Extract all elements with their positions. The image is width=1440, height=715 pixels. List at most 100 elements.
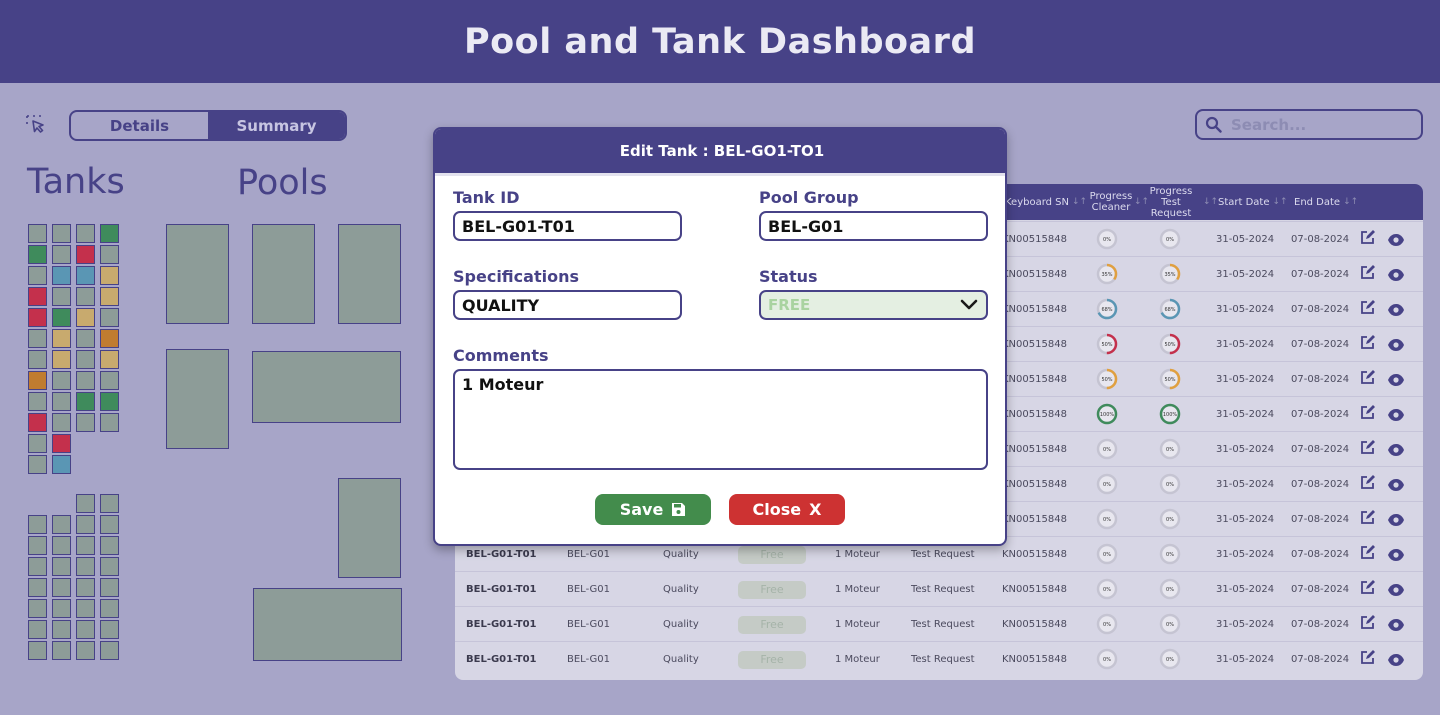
edit-icon[interactable] (1360, 580, 1375, 599)
edit-icon[interactable] (1360, 335, 1375, 354)
tank-cell[interactable] (52, 536, 71, 555)
tank-cell[interactable] (52, 413, 71, 432)
tank-cell[interactable] (52, 308, 71, 327)
tank-cell[interactable] (100, 287, 119, 306)
tank-cell[interactable] (28, 455, 47, 474)
tank-cell[interactable] (76, 620, 95, 639)
column-end-date[interactable]: End Date ↓↑ (1294, 184, 1358, 220)
tank-cell[interactable] (28, 308, 47, 327)
pool[interactable] (166, 224, 229, 324)
tank-id-field[interactable]: BEL-G01-T01 (453, 211, 682, 241)
view-eye-icon[interactable] (1387, 442, 1405, 461)
pool[interactable] (338, 224, 401, 324)
tank-cell[interactable] (100, 266, 119, 285)
tank-cell[interactable] (52, 350, 71, 369)
tank-cell[interactable] (28, 557, 47, 576)
tank-cell[interactable] (52, 641, 71, 660)
tank-cell[interactable] (52, 557, 71, 576)
tank-cell[interactable] (76, 413, 95, 432)
tank-cell[interactable] (52, 329, 71, 348)
tank-cell[interactable] (52, 620, 71, 639)
table-row[interactable]: BEL-G01-T01 BEL-G01 Quality Free 1 Moteur Tes… (455, 606, 1423, 641)
tank-cell[interactable] (52, 266, 71, 285)
tank-cell[interactable] (76, 329, 95, 348)
tank-cell[interactable] (28, 434, 47, 453)
tank-cell[interactable] (100, 245, 119, 264)
view-eye-icon[interactable] (1387, 652, 1405, 671)
view-eye-icon[interactable] (1387, 547, 1405, 566)
tank-cell[interactable] (52, 599, 71, 618)
tank-cell[interactable] (100, 392, 119, 411)
edit-icon[interactable] (1360, 545, 1375, 564)
tank-cell[interactable] (76, 536, 95, 555)
tank-cell[interactable] (28, 371, 47, 390)
tank-cell[interactable] (76, 578, 95, 597)
tank-cell[interactable] (100, 350, 119, 369)
tank-cell[interactable] (52, 224, 71, 243)
tank-cell[interactable] (28, 599, 47, 618)
tank-cell[interactable] (28, 287, 47, 306)
tank-cell[interactable] (100, 224, 119, 243)
tank-cell[interactable] (28, 224, 47, 243)
tank-cell[interactable] (76, 287, 95, 306)
view-eye-icon[interactable] (1387, 407, 1405, 426)
tank-cell[interactable] (100, 329, 119, 348)
tank-cell[interactable] (28, 620, 47, 639)
edit-icon[interactable] (1360, 370, 1375, 389)
tank-cell[interactable] (76, 371, 95, 390)
status-select[interactable]: FREE (759, 290, 988, 320)
tank-cell[interactable] (52, 434, 71, 453)
view-eye-icon[interactable] (1387, 302, 1405, 321)
tank-cell[interactable] (52, 515, 71, 534)
tank-cell[interactable] (76, 350, 95, 369)
view-eye-icon[interactable] (1387, 337, 1405, 356)
table-row[interactable]: BEL-G01-T01 BEL-G01 Quality Free 1 Moteur Tes… (455, 571, 1423, 606)
column-sort-test[interactable]: ↓↑ (1200, 184, 1218, 220)
tank-cell[interactable] (100, 578, 119, 597)
edit-icon[interactable] (1360, 440, 1375, 459)
tank-cell[interactable] (28, 245, 47, 264)
tank-cell[interactable] (100, 371, 119, 390)
edit-icon[interactable] (1360, 230, 1375, 249)
tank-cell[interactable] (52, 578, 71, 597)
tank-cell[interactable] (76, 392, 95, 411)
tank-cell[interactable] (76, 557, 95, 576)
close-button[interactable]: Close X (729, 494, 845, 525)
view-eye-icon[interactable] (1387, 617, 1405, 636)
comments-field[interactable]: 1 Moteur (453, 369, 988, 470)
details-toggle-button[interactable]: Details (71, 112, 208, 139)
tank-cell[interactable] (100, 557, 119, 576)
tank-cell[interactable] (28, 413, 47, 432)
edit-icon[interactable] (1360, 615, 1375, 634)
tank-cell[interactable] (28, 266, 47, 285)
tank-cell[interactable] (100, 515, 119, 534)
tank-cell[interactable] (100, 413, 119, 432)
tank-cell[interactable] (100, 308, 119, 327)
tank-cell[interactable] (52, 287, 71, 306)
tank-cell[interactable] (28, 641, 47, 660)
view-eye-icon[interactable] (1387, 582, 1405, 601)
tank-cell[interactable] (100, 641, 119, 660)
tank-cell[interactable] (76, 266, 95, 285)
tank-cell[interactable] (76, 245, 95, 264)
edit-icon[interactable] (1360, 510, 1375, 529)
view-eye-icon[interactable] (1387, 477, 1405, 496)
tank-cell[interactable] (76, 599, 95, 618)
edit-icon[interactable] (1360, 300, 1375, 319)
summary-toggle-button[interactable]: Summary (208, 112, 345, 139)
tank-cell[interactable] (28, 536, 47, 555)
tank-cell[interactable] (100, 620, 119, 639)
pool[interactable] (252, 351, 401, 423)
tank-cell[interactable] (52, 455, 71, 474)
tank-cell[interactable] (76, 308, 95, 327)
view-eye-icon[interactable] (1387, 372, 1405, 391)
table-row[interactable]: BEL-G01-T01 BEL-G01 Quality Free 1 Moteur Tes… (455, 641, 1423, 676)
tank-cell[interactable] (76, 224, 95, 243)
column-progress-cleaner[interactable]: Progress Cleaner (1087, 184, 1135, 220)
tank-cell[interactable] (28, 392, 47, 411)
select-cursor-icon[interactable] (25, 114, 47, 136)
tank-cell[interactable] (76, 641, 95, 660)
tank-cell[interactable] (28, 350, 47, 369)
tank-cell[interactable] (100, 536, 119, 555)
tank-cell[interactable] (76, 494, 95, 513)
